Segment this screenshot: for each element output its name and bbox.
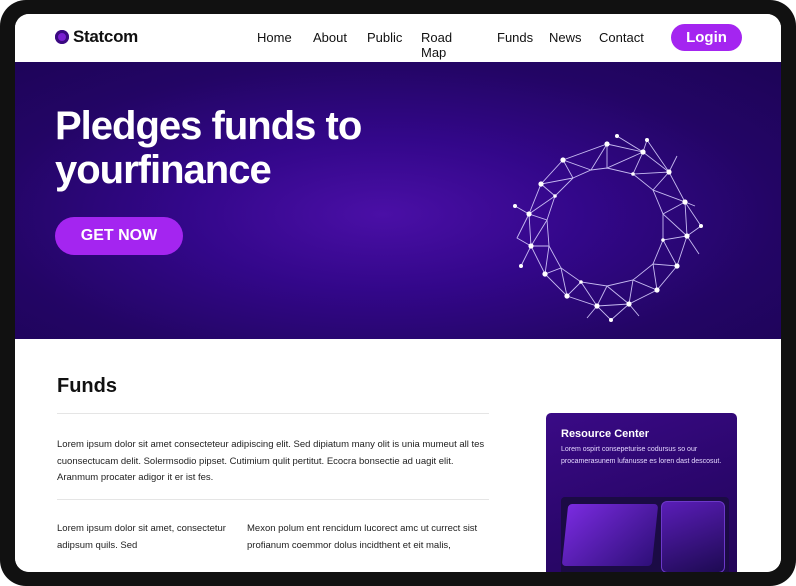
preview-panel bbox=[561, 504, 659, 566]
device-frame: Statcom Home About Public Road Map Funds… bbox=[0, 0, 796, 586]
funds-section: Funds Lorem ipsum dolor sit amet consect… bbox=[15, 339, 781, 572]
funds-column-right: Mexon polum ent rencidum lucorect amc ut… bbox=[247, 523, 478, 551]
nav-news[interactable]: News bbox=[549, 30, 582, 45]
funds-heading: Funds bbox=[57, 375, 117, 397]
hero-banner: Pledges funds to yourfinance GET NOW bbox=[15, 62, 781, 339]
resource-center-card[interactable]: Resource Center Lorem ospirt consepeturi… bbox=[546, 413, 737, 572]
nav-contact[interactable]: Contact bbox=[599, 30, 644, 45]
funds-paragraph: Lorem ipsum dolor sit amet consecteteur … bbox=[57, 439, 485, 483]
browser-screen: Statcom Home About Public Road Map Funds… bbox=[15, 14, 781, 572]
brand-name: Statcom bbox=[73, 27, 138, 46]
main-menu: Home About Public Road Map Funds News Co… bbox=[257, 30, 644, 60]
login-button[interactable]: Login bbox=[671, 24, 742, 51]
resource-center-title: Resource Center bbox=[561, 428, 650, 440]
preview-phone bbox=[661, 501, 725, 572]
resource-center-text: Lorem ospirt consepeturise codursus so o… bbox=[561, 446, 722, 465]
divider bbox=[57, 413, 489, 414]
nav-funds[interactable]: Funds bbox=[497, 30, 533, 45]
top-nav: Statcom Home About Public Road Map Funds… bbox=[15, 14, 781, 62]
nav-about[interactable]: About bbox=[313, 30, 347, 45]
get-now-button[interactable]: GET NOW bbox=[55, 217, 183, 255]
brand-logo[interactable]: Statcom bbox=[55, 27, 138, 47]
dashboard-preview-image bbox=[561, 497, 729, 572]
divider bbox=[57, 499, 489, 500]
nav-home[interactable]: Home bbox=[257, 30, 292, 45]
logo-icon bbox=[55, 30, 69, 44]
network-ring-graphic bbox=[513, 134, 703, 322]
funds-column-left: Lorem ipsum dolor sit amet, consectetur … bbox=[57, 523, 226, 551]
hero-title: Pledges funds to yourfinance bbox=[55, 104, 362, 192]
nav-road-map[interactable]: Road Map bbox=[421, 30, 452, 60]
nav-public[interactable]: Public bbox=[367, 30, 402, 45]
